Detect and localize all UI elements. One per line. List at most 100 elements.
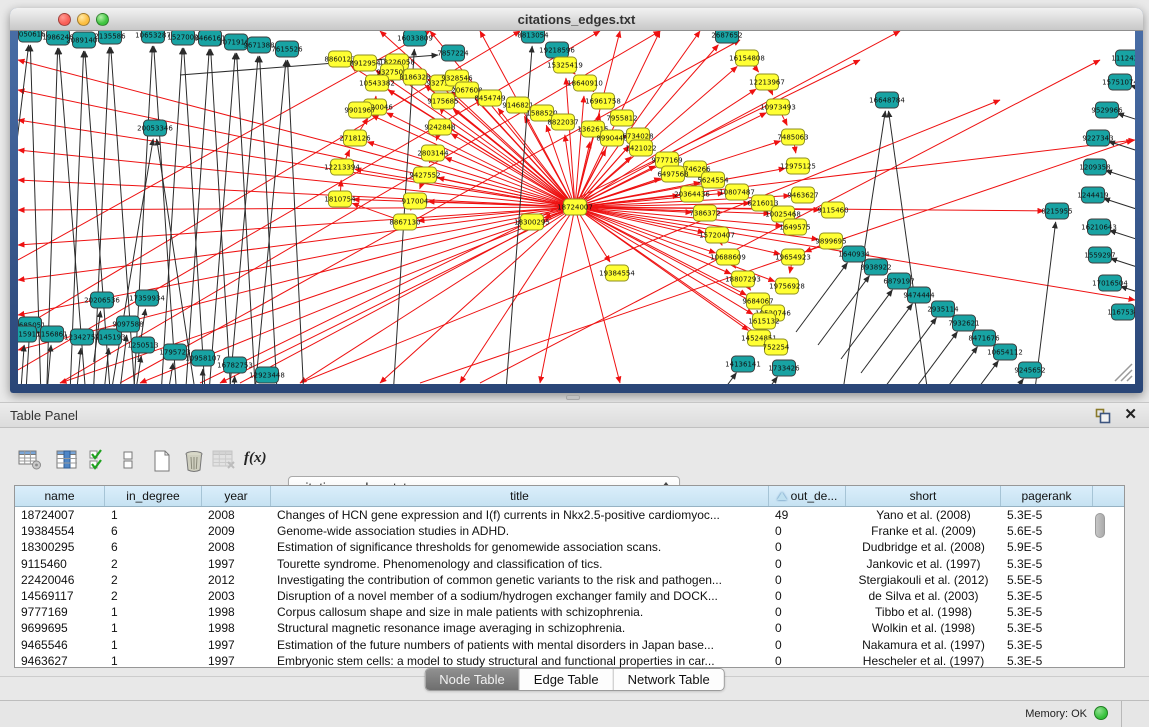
cell-year[interactable]: 1997 xyxy=(202,654,271,668)
cell-pagerank[interactable]: 5.3E-5 xyxy=(1001,508,1093,522)
column-header-short[interactable]: short xyxy=(846,486,1001,506)
network-edge[interactable] xyxy=(906,332,957,384)
network-edge[interactable] xyxy=(1105,170,1135,187)
network-node[interactable]: 1167534 xyxy=(1107,304,1135,320)
network-node[interactable]: 2687652 xyxy=(711,31,742,43)
cell-pagerank[interactable]: 5.3E-5 xyxy=(1001,589,1093,603)
network-edge[interactable] xyxy=(1103,198,1135,215)
resize-grip-icon[interactable] xyxy=(1111,360,1133,382)
network-edge[interactable] xyxy=(841,290,892,359)
network-node[interactable]: 9529966 xyxy=(1091,102,1123,118)
cell-name[interactable]: 9463627 xyxy=(15,654,105,668)
cell-title[interactable]: Changes of HCN gene expression and I(f) … xyxy=(271,508,769,522)
cell-pagerank[interactable]: 5.5E-5 xyxy=(1001,573,1093,587)
network-node[interactable]: 14136141 xyxy=(725,356,761,372)
cell-short[interactable]: Dudbridge et al. (2008) xyxy=(846,540,1001,554)
tab-edge-table[interactable]: Edge Table xyxy=(520,669,614,690)
network-node[interactable]: 1250513 xyxy=(127,337,158,353)
float-panel-icon[interactable] xyxy=(1095,408,1111,424)
cell-name[interactable]: 18724007 xyxy=(15,508,105,522)
cell-name[interactable]: 9699695 xyxy=(15,621,105,635)
function-builder-icon[interactable]: f(x) xyxy=(244,450,267,467)
cell-out-de-[interactable]: 0 xyxy=(769,654,846,668)
cell-in-degree[interactable]: 1 xyxy=(105,638,202,652)
network-edge[interactable] xyxy=(76,348,81,384)
network-node[interactable]: 1615132 xyxy=(748,313,779,329)
network-edge[interactable] xyxy=(889,111,933,384)
cell-short[interactable]: Nakamura et al. (1997) xyxy=(846,638,1001,652)
network-edge[interactable] xyxy=(726,377,777,384)
network-node[interactable]: 9097588 xyxy=(112,316,143,332)
cell-out-de-[interactable]: 0 xyxy=(769,524,846,538)
table-row[interactable]: 1456911722003Disruption of a novel membe… xyxy=(15,588,1124,604)
network-node[interactable]: 5624554 xyxy=(697,172,729,188)
network-edge[interactable] xyxy=(885,318,936,384)
network-node[interactable]: 8471676 xyxy=(968,330,1000,346)
split-divider[interactable] xyxy=(0,393,1149,402)
cell-name[interactable]: 19384554 xyxy=(15,524,105,538)
network-node[interactable]: 9242848 xyxy=(424,119,455,135)
column-header-name[interactable]: name xyxy=(15,486,105,506)
cell-short[interactable]: Wolkin et al. (1998) xyxy=(846,621,1001,635)
cell-name[interactable]: 22420046 xyxy=(15,573,105,587)
cell-title[interactable]: Estimation of significance thresholds fo… xyxy=(271,540,769,554)
network-node[interactable]: 16033809 xyxy=(397,31,433,46)
split-handle[interactable] xyxy=(566,395,580,400)
cell-year[interactable]: 1998 xyxy=(202,621,271,635)
cell-title[interactable]: Investigating the contribution of common… xyxy=(271,573,769,587)
table-mode-icon[interactable] xyxy=(18,449,43,471)
cell-in-degree[interactable]: 1 xyxy=(105,621,202,635)
network-node[interactable]: 9474444 xyxy=(903,287,935,303)
cell-short[interactable]: Yano et al. (2008) xyxy=(846,508,1001,522)
network-edge[interactable] xyxy=(220,207,575,383)
cell-year[interactable]: 2012 xyxy=(202,573,271,587)
network-node[interactable]: 2135586 xyxy=(94,31,126,44)
cell-out-de-[interactable]: 0 xyxy=(769,573,846,587)
network-node[interactable]: 19384554 xyxy=(599,265,635,281)
network-edge[interactable] xyxy=(1110,258,1135,275)
network-node[interactable]: 9427552 xyxy=(409,167,440,183)
network-graph[interactable]: 2050616198624620891406213558610653287152… xyxy=(18,31,1135,384)
network-node[interactable]: 8938922 xyxy=(860,259,891,275)
column-header-year[interactable]: year xyxy=(202,486,271,506)
memory-ok-icon[interactable] xyxy=(1094,706,1108,720)
column-header-title[interactable]: title xyxy=(271,486,769,506)
network-node[interactable]: 2935114 xyxy=(927,301,959,317)
network-node[interactable]: 9227343 xyxy=(1082,130,1113,146)
network-node[interactable]: 1559297 xyxy=(1084,247,1115,263)
cell-pagerank[interactable]: 5.3E-5 xyxy=(1001,654,1093,668)
network-node[interactable]: 1733426 xyxy=(768,360,800,376)
network-node[interactable]: 16210643 xyxy=(1081,219,1117,235)
cell-name[interactable]: 14569117 xyxy=(15,589,105,603)
close-panel-icon[interactable]: ✕ xyxy=(1124,406,1137,424)
network-node[interactable]: 10688609 xyxy=(710,249,746,265)
cell-in-degree[interactable]: 2 xyxy=(105,573,202,587)
cell-short[interactable]: Hescheler et al. (1997) xyxy=(846,654,1001,668)
cell-out-de-[interactable]: 0 xyxy=(769,605,846,619)
cell-short[interactable]: Tibbo et al. (1998) xyxy=(846,605,1001,619)
network-edge[interactable] xyxy=(21,345,25,384)
cell-title[interactable]: Embryonic stem cells: a model to study s… xyxy=(271,654,769,668)
tab-node-table[interactable]: Node Table xyxy=(425,669,520,690)
cell-title[interactable]: Disruption of a novel member of a sodium… xyxy=(271,589,769,603)
network-node[interactable]: 6497568 xyxy=(657,166,688,182)
network-node[interactable]: 10654112 xyxy=(987,344,1023,360)
network-edge[interactable] xyxy=(685,373,736,384)
network-edge[interactable] xyxy=(26,336,29,384)
network-node[interactable]: 7932621 xyxy=(948,315,979,331)
network-node[interactable]: 16961758 xyxy=(585,93,621,109)
cell-year[interactable]: 2003 xyxy=(202,589,271,603)
network-node[interactable]: 15325419 xyxy=(547,57,583,73)
network-node[interactable]: 7955812 xyxy=(606,110,637,126)
column-header-pagerank[interactable]: pagerank xyxy=(1001,486,1093,506)
network-node[interactable]: 1244419 xyxy=(1077,187,1108,203)
network-node[interactable]: 9115460 xyxy=(817,202,848,218)
network-node[interactable]: 9463627 xyxy=(787,187,818,203)
network-node[interactable]: 1810754 xyxy=(324,191,356,207)
cell-pagerank[interactable]: 5.3E-5 xyxy=(1001,621,1093,635)
network-node[interactable]: 1209358 xyxy=(1079,159,1110,175)
network-node[interactable]: 15720407 xyxy=(699,227,735,243)
cell-in-degree[interactable]: 2 xyxy=(105,557,202,571)
new-table-icon[interactable] xyxy=(152,449,172,473)
cell-title[interactable]: Estimation of the future numbers of pati… xyxy=(271,638,769,652)
